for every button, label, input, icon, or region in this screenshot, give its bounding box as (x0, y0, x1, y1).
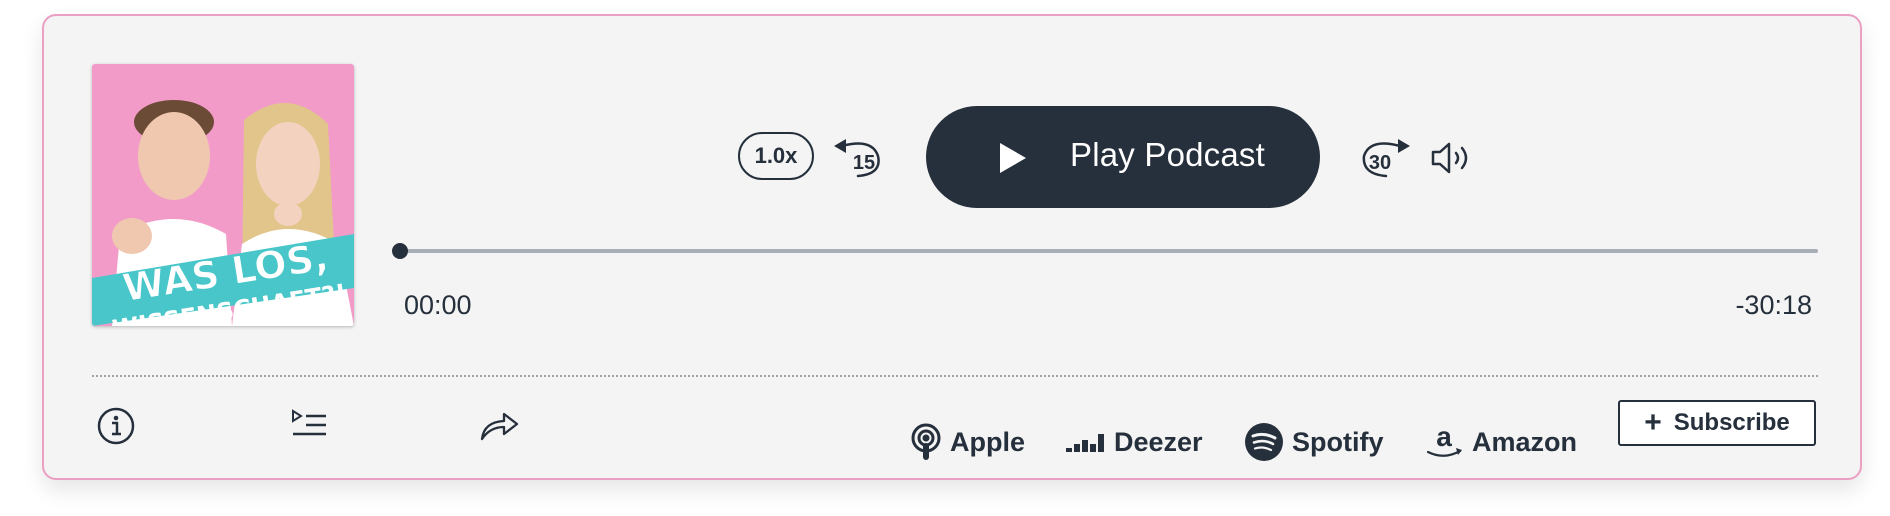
info-icon (97, 407, 135, 445)
apple-podcasts-link[interactable]: Apple (910, 420, 1025, 464)
divider (92, 375, 1818, 377)
amazon-link[interactable]: a Amazon (1424, 420, 1577, 464)
rewind-15-icon: 15 (834, 139, 880, 178)
progress-handle[interactable] (392, 243, 408, 259)
podcast-player-card: WAS LOS, WISSENSCHAFT?! 1.0x 15 Play Pod… (42, 14, 1862, 480)
playlist-icon (292, 409, 326, 436)
play-icon (1000, 143, 1026, 173)
share-icon (480, 412, 519, 441)
svg-text:a: a (1436, 422, 1452, 452)
volume-button[interactable] (1430, 140, 1476, 181)
forward-30-icon: 30 (1362, 139, 1410, 178)
subscribe-button[interactable]: + Subscribe (1618, 400, 1816, 446)
apple-podcasts-icon (911, 423, 941, 460)
play-podcast-button[interactable]: Play Podcast (926, 106, 1320, 208)
play-button-label: Play Podcast (1070, 136, 1266, 173)
share-button[interactable] (478, 406, 520, 444)
skip-forward-30-button[interactable]: 30 (1354, 126, 1414, 186)
skip-forward-label: 30 (1369, 152, 1391, 174)
playback-speed-button[interactable]: 1.0x (738, 132, 814, 180)
service-label-spotify: Spotify (1292, 426, 1384, 457)
plus-icon: + (1644, 406, 1662, 439)
chapters-button[interactable] (290, 406, 330, 442)
time-remaining: -30:18 (1735, 290, 1812, 320)
service-label-amazon: Amazon (1472, 426, 1578, 457)
service-label-apple: Apple (950, 426, 1026, 457)
time-elapsed: 00:00 (404, 290, 472, 320)
podcast-cover-art: WAS LOS, WISSENSCHAFT?! (92, 64, 354, 326)
episode-info-button[interactable] (96, 406, 136, 446)
playback-speed-label: 1.0x (754, 143, 798, 168)
deezer-link[interactable]: Deezer (1066, 420, 1203, 464)
amazon-icon: a (1426, 422, 1462, 457)
skip-back-label: 15 (853, 152, 875, 174)
spotify-link[interactable]: Spotify (1244, 420, 1384, 464)
service-label-deezer: Deezer (1114, 426, 1203, 457)
deezer-icon (1066, 434, 1104, 452)
spotify-icon (1245, 423, 1283, 461)
volume-icon (1431, 142, 1468, 174)
skip-back-15-button[interactable]: 15 (830, 126, 890, 186)
progress-track[interactable] (400, 249, 1818, 253)
subscribe-label: Subscribe (1673, 409, 1790, 436)
